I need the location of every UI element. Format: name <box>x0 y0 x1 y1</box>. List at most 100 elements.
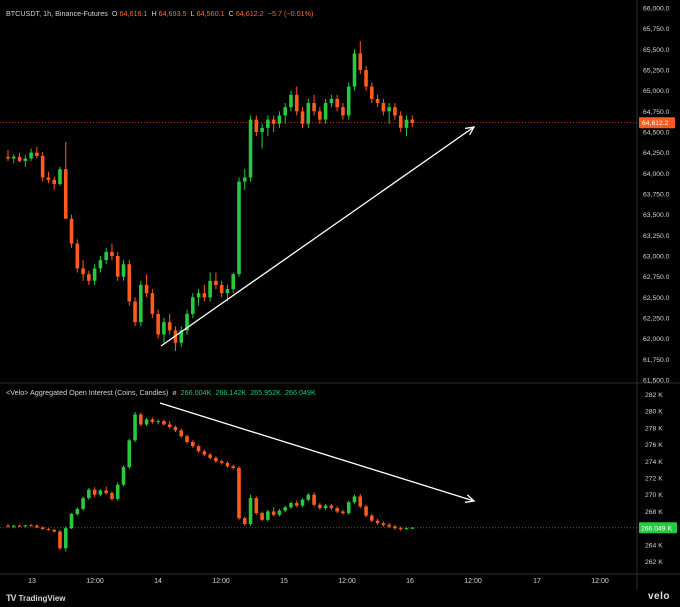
time-tick-label: 12:00 <box>591 578 609 585</box>
price-candle <box>6 156 10 159</box>
oi-tick-label: 282 K <box>645 392 663 399</box>
chart-canvas[interactable]: 13 12:00 14 12:00 15 12:00 16 12:00 17 12:00 61,50… <box>0 0 680 607</box>
time-tick-label: 13 <box>28 578 36 585</box>
high-value: 64,693.5 <box>158 9 187 18</box>
oi-candle <box>277 510 282 515</box>
price-candle <box>306 103 311 124</box>
oi-candle <box>98 490 103 495</box>
oi-candle <box>271 511 276 515</box>
time-tick-label: 15 <box>280 578 288 585</box>
oi-candle <box>144 419 149 425</box>
oi-candle <box>35 525 39 528</box>
oi-title[interactable]: <Velo> Aggregated Open Interest (Coins, … <box>6 388 168 397</box>
oi-candle <box>185 436 189 443</box>
price-tick-label: 66,000.0 <box>643 6 670 13</box>
time-tick-label: 12:00 <box>212 578 230 585</box>
oi-candle <box>121 467 126 485</box>
oi-candle <box>202 451 207 455</box>
oi-candle <box>323 505 328 509</box>
oi-candle <box>81 498 85 509</box>
oi-high-value: 266.142K <box>215 388 247 397</box>
oi-candle <box>46 529 51 531</box>
price-candle <box>81 268 85 275</box>
oi-candle <box>115 484 120 499</box>
oi-tick-label: 270 K <box>645 492 663 499</box>
oi-candle <box>329 505 334 509</box>
oi-candle <box>266 511 270 520</box>
symbol-label[interactable]: BTCUSDT, 1h, Binance-Futures <box>6 9 108 18</box>
price-tick-label: 63,000.0 <box>643 254 670 261</box>
oi-candle <box>237 467 241 519</box>
price-candle <box>127 264 132 302</box>
price-candle <box>202 293 207 298</box>
price-candle <box>260 127 264 132</box>
price-candle <box>393 107 397 116</box>
oi-low-value: 265.952K <box>250 388 281 397</box>
oi-candle <box>104 490 108 494</box>
oi-candle <box>196 446 201 452</box>
price-tick-label: 62,750.0 <box>643 274 670 281</box>
price-candle <box>46 177 51 180</box>
price-candle <box>358 53 363 70</box>
price-candle <box>196 293 201 298</box>
uptrend-arrow-head <box>465 126 476 136</box>
downtrend-arrow-shaft <box>159 402 475 502</box>
oi-candle <box>173 426 178 431</box>
time-tick-label: 16 <box>406 578 414 585</box>
open-label: O <box>111 9 118 18</box>
price-candle <box>121 264 126 277</box>
price-candle <box>283 107 287 116</box>
eye-icon[interactable]: ø <box>172 388 176 397</box>
oi-candle <box>387 524 391 527</box>
oi-candle <box>133 414 137 441</box>
tradingview-logo[interactable]: TV TradingView <box>6 593 66 603</box>
oi-candle <box>150 419 155 422</box>
tradingview-label: TradingView <box>18 593 66 603</box>
oi-candle <box>179 430 184 437</box>
oi-candle <box>69 513 74 529</box>
oi-tick-label: 280 K <box>645 409 663 416</box>
oi-candle <box>289 503 293 508</box>
oi-candle <box>139 414 143 425</box>
oi-candle <box>341 511 345 514</box>
price-tick-label: 62,000.0 <box>643 336 670 343</box>
price-candle <box>271 119 276 124</box>
price-candle <box>69 218 74 244</box>
price-tick-label: 64,500.0 <box>643 130 670 137</box>
open-value: 64,616.1 <box>119 9 148 18</box>
tradingview-mark-icon: TV <box>6 593 16 603</box>
chart-app: 13 12:00 14 12:00 15 12:00 16 12:00 17 12:00 61,50… <box>0 0 680 607</box>
price-candle <box>98 260 103 269</box>
low-label: L <box>190 9 195 18</box>
oi-tick-label: 278 K <box>645 425 663 432</box>
price-candle <box>162 322 166 335</box>
oi-candle <box>254 498 259 514</box>
oi-candle <box>127 440 132 468</box>
oi-tick-label: 262 K <box>645 559 663 566</box>
oi-legend: <Velo> Aggregated Open Interest (Coins, … <box>6 388 318 398</box>
price-candle <box>231 274 236 290</box>
price-tick-label: 62,250.0 <box>643 316 670 323</box>
price-candle <box>92 268 97 281</box>
price-candle <box>266 119 270 128</box>
time-tick-label: 17 <box>533 578 541 585</box>
price-candle <box>329 98 334 104</box>
price-candle <box>219 284 224 294</box>
oi-candle <box>6 525 10 527</box>
oi-open-value: 266.004K <box>180 388 212 397</box>
oi-candle <box>17 525 22 527</box>
uptrend-arrow-shaft <box>160 126 475 347</box>
price-candle <box>214 280 218 285</box>
price-candle <box>237 181 241 275</box>
price-tick-label: 63,250.0 <box>643 233 670 240</box>
oi-candle <box>312 494 316 505</box>
price-tick-label: 65,000.0 <box>643 88 670 95</box>
oi-candle <box>352 496 357 503</box>
price-candle <box>364 70 368 87</box>
oi-last-badge-label: 266.049 K <box>641 525 672 532</box>
oi-candle <box>346 502 351 514</box>
oi-candle <box>260 513 264 520</box>
price-candle <box>110 251 114 256</box>
oi-tick-label: 264 K <box>645 542 663 549</box>
oi-tick-label: 268 K <box>645 509 663 516</box>
